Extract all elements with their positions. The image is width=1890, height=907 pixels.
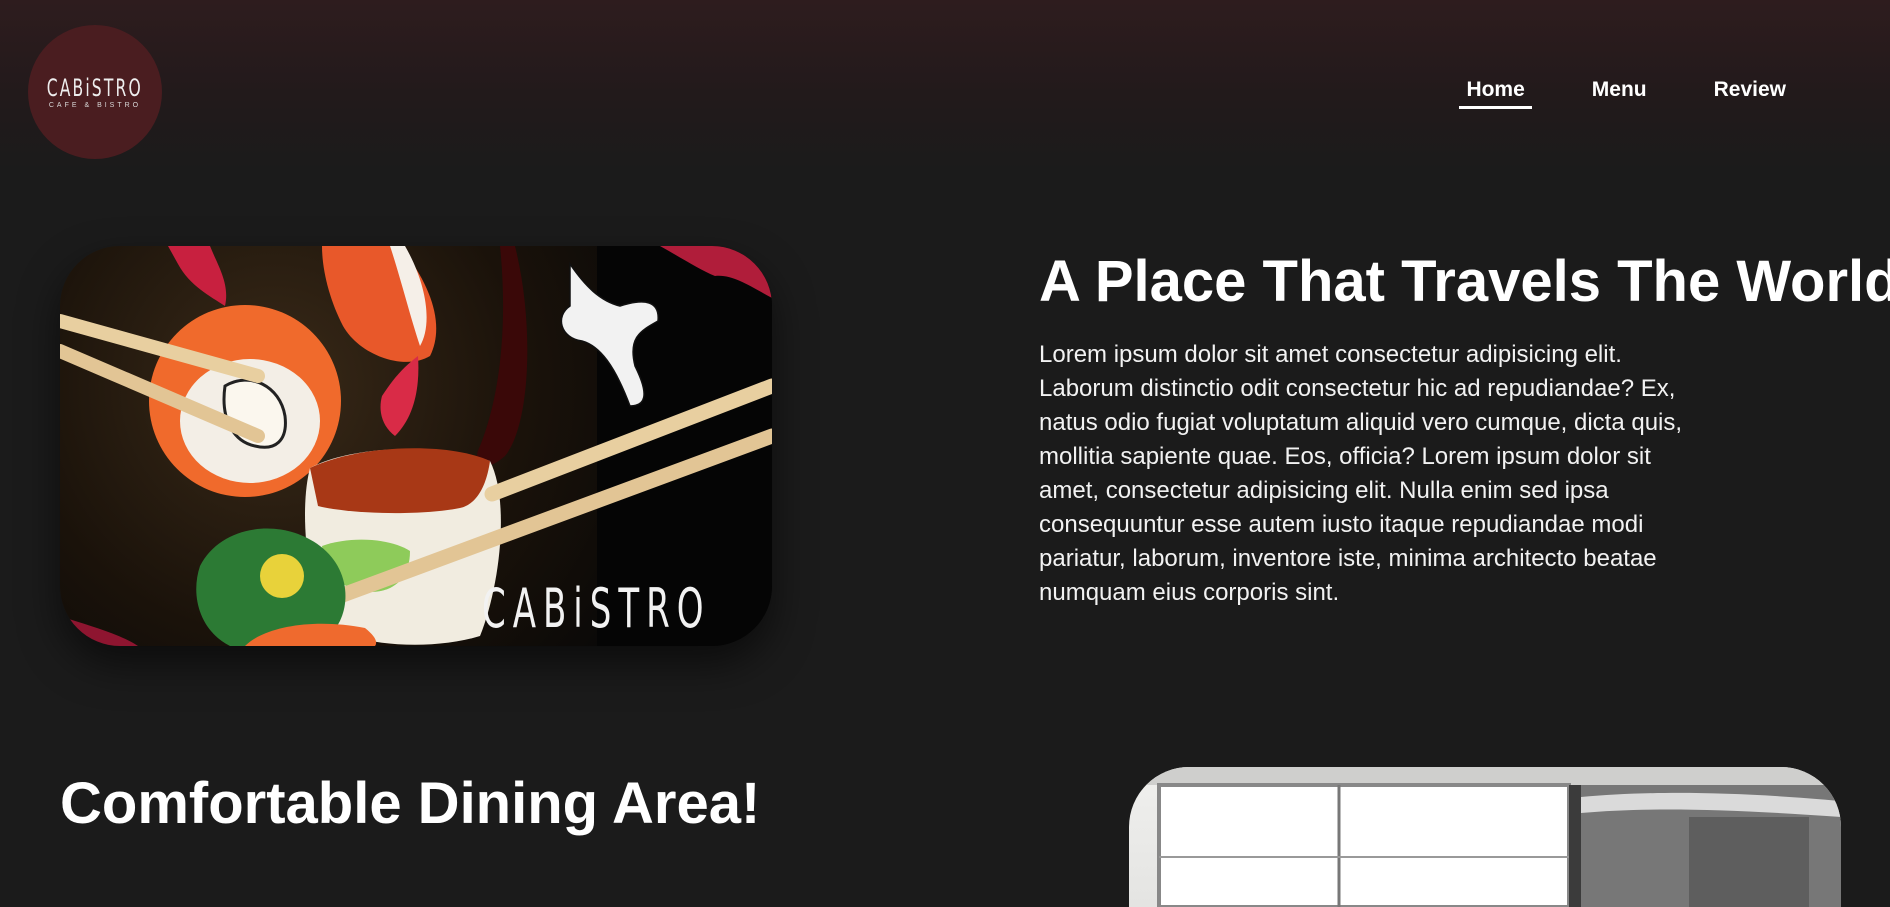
main-nav: Home Menu Review (1406, 78, 1793, 109)
hero-brand-text: CABiSTRO (481, 577, 710, 640)
dining-room-illustration (1129, 767, 1841, 907)
window-frame (1569, 785, 1581, 907)
site-header: CABiSTRO CAFE & BISTRO Home Menu Review (0, 0, 1890, 170)
dining-section-title: Comfortable Dining Area! (60, 771, 761, 836)
window (1157, 783, 1571, 907)
sauce-splash-top-right (660, 246, 772, 298)
nav-link-menu[interactable]: Menu (1585, 78, 1654, 109)
ceiling-strip (1129, 767, 1841, 785)
nav-link-review[interactable]: Review (1707, 78, 1793, 109)
ginger-slice (168, 246, 227, 306)
logo-wordmark: CABiSTRO (46, 74, 144, 102)
hero-sushi-image: CABiSTRO (60, 246, 772, 646)
bird-sketch (560, 261, 659, 407)
wall-panel (1689, 817, 1809, 907)
dining-area-image (1129, 767, 1841, 907)
hero-description: Lorem ipsum dolor sit amet consectetur a… (1039, 341, 1683, 606)
logo[interactable]: CABiSTRO CAFE & BISTRO (28, 25, 162, 159)
ginger-slice-mid (380, 356, 419, 436)
logo-tagline: CAFE & BISTRO (48, 102, 142, 109)
lemon-slice (260, 554, 304, 598)
soy-sauce-drip (476, 246, 528, 467)
hero-title: A Place That Travels The World! (1039, 249, 1890, 314)
sauce-splash-bottom-left (60, 616, 138, 646)
nav-link-home[interactable]: Home (1459, 78, 1532, 109)
